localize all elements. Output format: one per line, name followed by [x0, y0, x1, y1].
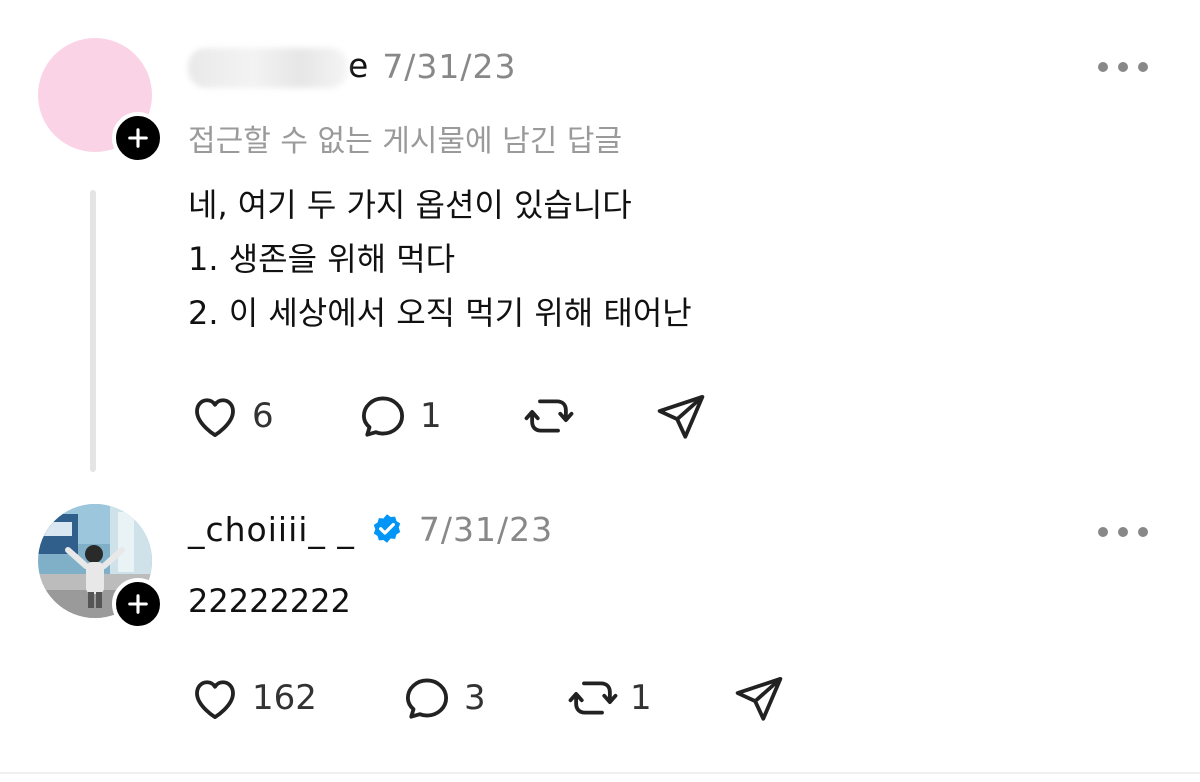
post-line: 22222222 — [188, 582, 351, 620]
plus-icon — [128, 128, 148, 148]
more-dot — [1098, 62, 1108, 72]
avatar-container[interactable] — [38, 504, 164, 630]
plus-icon — [128, 594, 148, 614]
divider — [0, 772, 1200, 774]
post-body: 22222222 — [188, 574, 351, 628]
like-button[interactable]: 162 — [188, 671, 400, 725]
verified-badge-icon — [373, 513, 401, 543]
repost-icon — [524, 399, 574, 433]
like-button[interactable]: 6 — [188, 389, 356, 443]
blurred-username-mask — [188, 47, 348, 88]
like-count: 6 — [252, 396, 274, 436]
thread-post: e 7/31/23 접근할 수 없는 게시물에 남긴 답글 네, 여기 두 가지… — [0, 0, 1200, 488]
reply-button[interactable]: 1 — [356, 389, 522, 443]
more-dot — [1118, 527, 1128, 537]
follow-button[interactable] — [112, 112, 164, 164]
follow-button[interactable] — [112, 578, 164, 630]
comment-icon — [361, 396, 405, 437]
post-line: 네, 여기 두 가지 옵션이 있습니다 — [188, 186, 632, 224]
share-button[interactable] — [732, 671, 786, 725]
reply-button[interactable]: 3 — [400, 671, 566, 725]
heart-icon — [195, 680, 235, 720]
post-line: 1. 생존을 위해 먹다 — [188, 240, 456, 278]
thread-line — [90, 190, 96, 472]
send-icon — [735, 676, 783, 721]
username[interactable]: e — [188, 46, 368, 88]
repost-button[interactable] — [522, 389, 654, 443]
post-header: e 7/31/23 — [188, 46, 517, 88]
avatar-container[interactable] — [38, 38, 164, 164]
like-count: 162 — [252, 678, 317, 718]
more-options-button[interactable] — [1098, 60, 1148, 74]
action-bar: 6 1 — [188, 386, 708, 446]
username[interactable]: _choiiii_ _ — [188, 510, 355, 549]
more-dot — [1118, 62, 1128, 72]
post-date: 7/31/23 — [382, 47, 517, 87]
post-date: 7/31/23 — [418, 510, 554, 549]
more-options-button[interactable] — [1098, 525, 1148, 539]
action-bar: 162 3 1 — [188, 668, 786, 728]
reply-context-label: 접근할 수 없는 게시물에 남긴 답글 — [188, 124, 623, 159]
username-suffix: e — [348, 46, 369, 85]
post-body: 네, 여기 두 가지 옵션이 있습니다 1. 생존을 위해 먹다 2. 이 세상… — [188, 178, 692, 340]
repost-button[interactable]: 1 — [566, 671, 732, 725]
reply-count: 3 — [464, 678, 486, 718]
reply-count: 1 — [420, 396, 442, 436]
share-button[interactable] — [654, 389, 708, 443]
post-line: 2. 이 세상에서 오직 먹기 위해 태어난 — [188, 294, 692, 332]
comment-icon — [405, 678, 449, 719]
repost-icon — [568, 681, 618, 715]
more-dot — [1138, 62, 1148, 72]
more-dot — [1098, 527, 1108, 537]
repost-count: 1 — [630, 678, 652, 718]
send-icon — [657, 394, 705, 439]
more-dot — [1138, 527, 1148, 537]
post-header: _choiiii_ _ 7/31/23 — [188, 510, 553, 549]
thread-post: _choiiii_ _ 7/31/23 22222222 162 3 1 — [0, 488, 1200, 774]
heart-icon — [195, 398, 235, 438]
